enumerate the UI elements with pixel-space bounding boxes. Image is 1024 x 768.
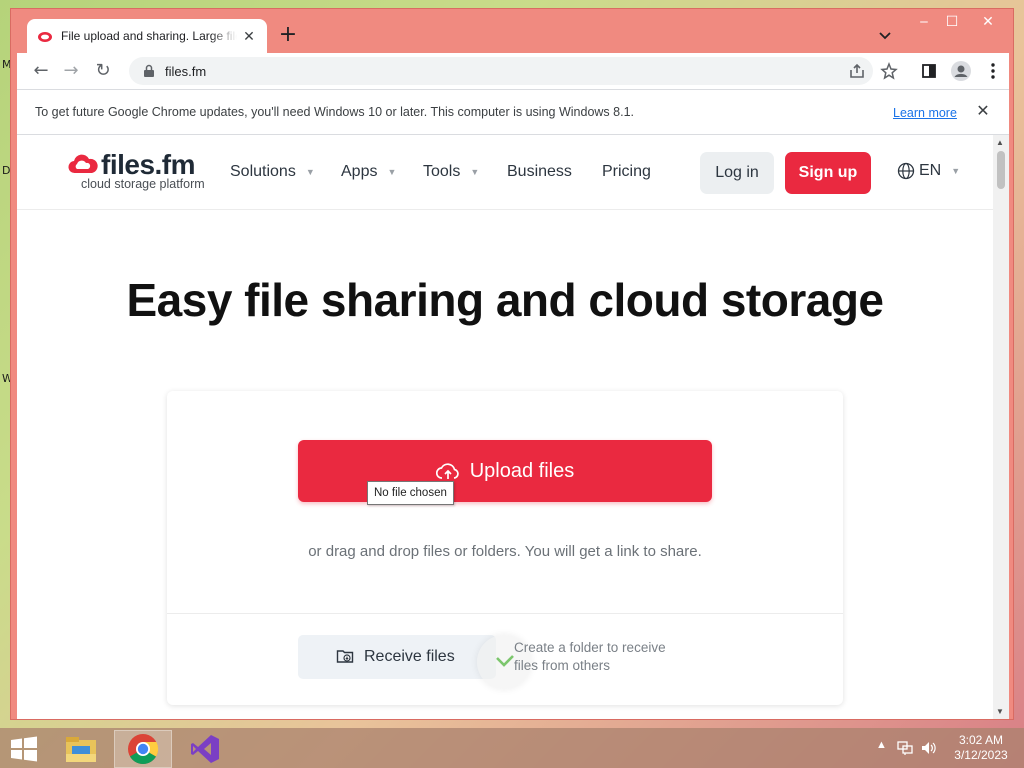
login-button[interactable]: Log in bbox=[700, 152, 774, 194]
page-viewport: files.fm cloud storage platform Solution… bbox=[17, 135, 1009, 719]
nav-label: Pricing bbox=[602, 163, 651, 180]
logo-tagline: cloud storage platform bbox=[81, 177, 205, 191]
tab-search-chevron-icon[interactable] bbox=[877, 27, 893, 43]
volume-icon[interactable] bbox=[920, 740, 938, 756]
close-window-button[interactable]: ✕ bbox=[973, 11, 1003, 35]
site-header: files.fm cloud storage platform Solution… bbox=[17, 135, 993, 210]
tray-overflow-icon[interactable]: ▲ bbox=[876, 739, 887, 751]
windows-start-icon[interactable] bbox=[10, 736, 38, 762]
scroll-down-arrow-icon[interactable]: ▼ bbox=[996, 707, 1004, 716]
globe-icon bbox=[897, 162, 915, 180]
tab-close-icon[interactable]: ✕ bbox=[241, 28, 257, 44]
minimize-button[interactable]: ‒ bbox=[909, 11, 939, 35]
taskbar: ▲ 3:02 AM 3/12/2023 bbox=[0, 728, 1024, 768]
chevron-down-icon: ▼ bbox=[305, 167, 315, 177]
scroll-thumb[interactable] bbox=[997, 151, 1005, 189]
chevron-down-icon: ▼ bbox=[951, 166, 961, 176]
browser-window: File upload and sharing. Large files ✕ +… bbox=[10, 8, 1014, 720]
taskbar-file-explorer[interactable] bbox=[52, 730, 110, 768]
title-bar: File upload and sharing. Large files ✕ +… bbox=[11, 9, 1013, 53]
side-panel-icon[interactable] bbox=[917, 59, 941, 83]
upload-files-button[interactable]: Upload files bbox=[298, 440, 712, 502]
infobar-message: To get future Google Chrome updates, you… bbox=[35, 105, 634, 119]
nav-label: Apps bbox=[341, 163, 378, 180]
nav-solutions[interactable]: Solutions ▼ bbox=[230, 163, 315, 181]
chrome-icon bbox=[128, 734, 159, 765]
system-clock[interactable]: 3:02 AM 3/12/2023 bbox=[946, 733, 1016, 763]
drag-drop-hint: or drag and drop files or folders. You w… bbox=[308, 543, 702, 560]
page-scrollbar[interactable]: ▲ ▼ bbox=[993, 135, 1009, 719]
nav-label: Business bbox=[507, 163, 572, 180]
taskbar-visual-studio[interactable] bbox=[176, 730, 234, 768]
receive-desc-line: Create a folder to receive bbox=[514, 640, 666, 655]
profile-avatar-icon[interactable] bbox=[949, 59, 973, 83]
taskbar-chrome[interactable] bbox=[114, 730, 172, 768]
reload-icon[interactable]: ↻ bbox=[91, 59, 115, 83]
receive-label: Receive files bbox=[364, 648, 455, 665]
upload-card: Upload files No file chosen or drag and … bbox=[167, 391, 843, 705]
forward-arrow-icon[interactable]: → bbox=[59, 59, 83, 83]
tab-title: File upload and sharing. Large files bbox=[61, 29, 237, 43]
upload-label: Upload files bbox=[469, 459, 575, 482]
site-logo[interactable]: files.fm cloud storage platform bbox=[67, 151, 205, 191]
visual-studio-icon bbox=[191, 735, 219, 763]
nav-apps[interactable]: Apps ▼ bbox=[341, 163, 396, 181]
nav-tools[interactable]: Tools ▼ bbox=[423, 163, 479, 181]
divider bbox=[167, 613, 843, 614]
cloud-logo-icon bbox=[68, 154, 98, 174]
back-arrow-icon[interactable]: ← bbox=[29, 59, 53, 83]
receive-files-button[interactable]: Receive files bbox=[298, 635, 496, 679]
receive-desc-line: files from others bbox=[514, 658, 611, 673]
checkmark-icon bbox=[496, 655, 514, 667]
chevron-down-icon: ▼ bbox=[470, 167, 480, 177]
file-input-tooltip: No file chosen bbox=[367, 481, 454, 505]
infobar-close-icon[interactable]: ✕ bbox=[973, 102, 993, 122]
nav-pricing[interactable]: Pricing bbox=[602, 163, 651, 181]
logo-name: files.fm bbox=[101, 149, 196, 180]
network-icon[interactable] bbox=[896, 740, 914, 756]
browser-tab[interactable]: File upload and sharing. Large files ✕ bbox=[27, 19, 267, 53]
files-fm-favicon-icon bbox=[38, 32, 52, 42]
nav-label: Solutions bbox=[230, 163, 296, 180]
cloud-upload-icon bbox=[435, 463, 459, 479]
receive-description: Create a folder to receive files from ot… bbox=[514, 639, 694, 675]
maximize-button[interactable]: ☐ bbox=[937, 11, 967, 35]
file-explorer-icon bbox=[66, 737, 96, 762]
clock-time: 3:02 AM bbox=[958, 733, 1004, 747]
bookmark-star-icon[interactable] bbox=[877, 59, 901, 83]
new-tab-button[interactable]: + bbox=[277, 24, 299, 47]
share-icon[interactable] bbox=[845, 59, 869, 83]
language-selector[interactable]: EN ▼ bbox=[897, 162, 960, 180]
chevron-down-icon: ▼ bbox=[387, 167, 397, 177]
folder-download-icon bbox=[336, 650, 354, 663]
scroll-up-arrow-icon[interactable]: ▲ bbox=[996, 138, 1004, 147]
update-infobar: To get future Google Chrome updates, you… bbox=[17, 89, 1009, 135]
clock-date: 3/12/2023 bbox=[954, 748, 1008, 762]
learn-more-link[interactable]: Learn more bbox=[893, 106, 957, 120]
browser-toolbar: ← → ↻ files.fm bbox=[17, 53, 1009, 89]
hero-title: Easy file sharing and cloud storage bbox=[126, 274, 884, 326]
kebab-menu-icon[interactable] bbox=[981, 59, 1005, 83]
nav-label: Tools bbox=[423, 163, 461, 180]
nav-business[interactable]: Business bbox=[507, 163, 572, 181]
address-bar[interactable]: files.fm bbox=[129, 57, 873, 85]
lock-icon bbox=[144, 64, 154, 77]
signup-button[interactable]: Sign up bbox=[785, 152, 871, 194]
url-text: files.fm bbox=[165, 63, 207, 79]
language-code: EN bbox=[919, 162, 942, 179]
